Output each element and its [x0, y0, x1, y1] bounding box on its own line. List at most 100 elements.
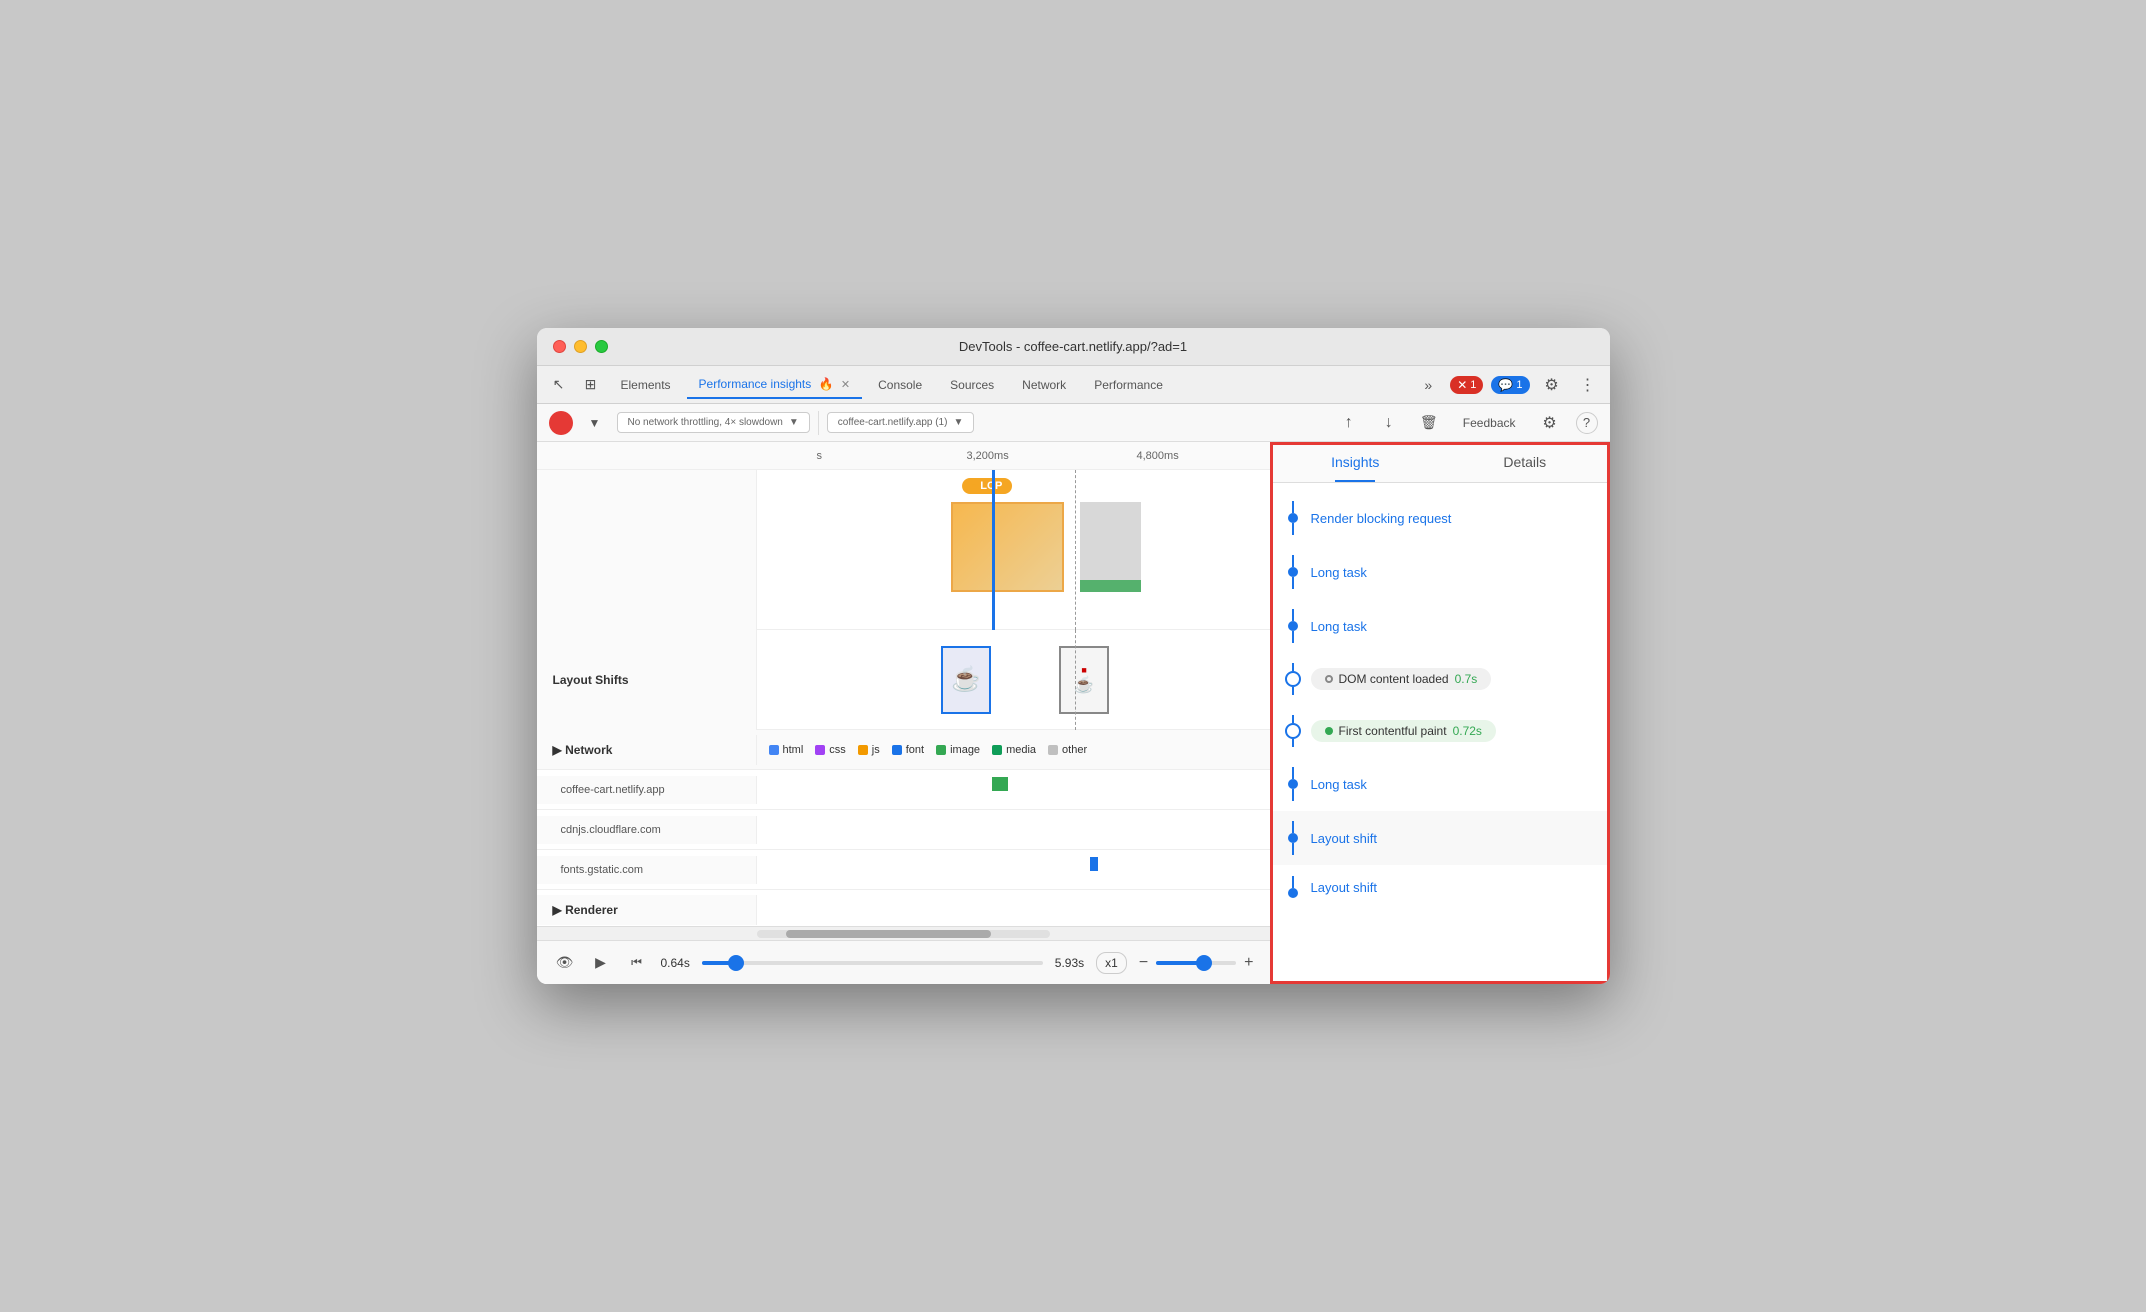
layout-shift-1-link[interactable]: Layout shift — [1311, 831, 1378, 846]
speed-display[interactable]: x1 — [1096, 952, 1127, 974]
cursor-icon[interactable]: ↖ — [545, 371, 573, 399]
layout-shift-thumb-1[interactable]: ☕ — [941, 646, 991, 714]
network-row-2-content — [757, 810, 1270, 850]
timeline-content[interactable]: LCP — [537, 470, 1270, 926]
insight-render-blocking[interactable]: Render blocking request — [1271, 491, 1610, 545]
titlebar: DevTools - coffee-cart.netlify.app/?ad=1 — [537, 328, 1610, 366]
bottom-scrollbar[interactable] — [537, 926, 1270, 940]
network-row-1-content — [757, 770, 1270, 810]
layers-icon[interactable]: ⊞ — [577, 371, 605, 399]
help-icon[interactable]: ? — [1576, 412, 1598, 434]
image-dot — [936, 745, 946, 755]
layout-shifts-row: Layout Shifts ☕ ■ ☕ — [537, 630, 1270, 730]
fcp-dot — [1325, 727, 1333, 735]
dashed-line — [1075, 470, 1076, 630]
insight-fcp[interactable]: First contentful paint 0.72s — [1271, 705, 1610, 757]
record-button[interactable] — [549, 411, 573, 435]
insight-dom-content-loaded[interactable]: DOM content loaded 0.7s — [1271, 653, 1610, 705]
legend-image: image — [936, 744, 980, 756]
network-row-3-content — [757, 850, 1270, 890]
tab-elements[interactable]: Elements — [609, 372, 683, 398]
other-label: other — [1062, 744, 1087, 756]
long-task-1-link[interactable]: Long task — [1311, 565, 1367, 580]
legend-font: font — [892, 744, 924, 756]
timeline-area: s 3,200ms 4,800ms LCP — [537, 442, 1270, 984]
message-badge: 💬 1 — [1491, 376, 1529, 394]
network-row-2-label: cdnjs.cloudflare.com — [537, 816, 757, 844]
upload-icon[interactable]: ↑ — [1335, 409, 1363, 437]
network-row-1: coffee-cart.netlify.app — [537, 770, 1270, 810]
delete-icon[interactable]: 🗑 — [1415, 409, 1443, 437]
toolbar: ▼ No network throttling, 4× slowdown ▼ c… — [537, 404, 1610, 442]
render-blocking-link[interactable]: Render blocking request — [1311, 511, 1452, 526]
playback-slider[interactable] — [702, 961, 1043, 965]
insight-long-task-3[interactable]: Long task — [1271, 757, 1610, 811]
css-dot — [815, 745, 825, 755]
insight-dot-3 — [1288, 621, 1298, 631]
tab-insights[interactable]: Insights — [1271, 442, 1441, 482]
download-icon[interactable]: ↓ — [1375, 409, 1403, 437]
insights-panel: Insights Details Render blocking request — [1270, 442, 1610, 984]
eye-button[interactable]: 👁 — [553, 951, 577, 975]
insight-layout-shift-2[interactable]: Layout shift — [1271, 865, 1610, 909]
time-marker-s: s — [817, 450, 823, 462]
renderer-label: ▶ Renderer — [537, 895, 757, 925]
network-bar-3 — [1090, 857, 1098, 871]
play-button[interactable]: ▶ — [589, 951, 613, 975]
more-options-icon[interactable]: ⋮ — [1574, 371, 1602, 399]
toolbar-divider — [818, 411, 819, 435]
skip-start-button[interactable]: ⏮ — [625, 951, 649, 975]
network-row-2: cdnjs.cloudflare.com — [537, 810, 1270, 850]
css-label: css — [829, 744, 846, 756]
layout-shift-2-link[interactable]: Layout shift — [1311, 880, 1378, 895]
scrollbar-thumb[interactable] — [786, 930, 991, 938]
long-task-2-link[interactable]: Long task — [1311, 619, 1367, 634]
tab-close-icon[interactable]: ✕ — [841, 379, 850, 391]
insight-long-task-1[interactable]: Long task — [1271, 545, 1610, 599]
scrollbar-track[interactable] — [757, 930, 1050, 938]
zoom-slider[interactable] — [1156, 961, 1236, 965]
tab-performance[interactable]: Performance — [1082, 372, 1175, 398]
lcp-content: LCP — [757, 470, 1270, 630]
insight-long-task-2[interactable]: Long task — [1271, 599, 1610, 653]
error-badge: ✕ 1 — [1450, 376, 1483, 394]
feedback-button[interactable]: Feedback — [1455, 412, 1524, 434]
time-marker-3200: 3,200ms — [967, 450, 1009, 462]
layout-shift-thumb-2[interactable]: ■ ☕ — [1059, 646, 1109, 714]
network-bar-1 — [992, 777, 1007, 791]
settings-icon[interactable]: ⚙ — [1538, 371, 1566, 399]
insights-list[interactable]: Render blocking request Long task — [1271, 483, 1610, 984]
circle-empty-2 — [1285, 723, 1301, 739]
network-header-row: ▶ Network html css — [537, 730, 1270, 770]
long-task-3-link[interactable]: Long task — [1311, 777, 1367, 792]
tab-console[interactable]: Console — [866, 372, 934, 398]
maximize-button[interactable] — [595, 340, 608, 353]
url-dropdown[interactable]: coffee-cart.netlify.app (1) ▼ — [827, 412, 975, 433]
media-dot — [992, 745, 1002, 755]
fcp-label: First contentful paint — [1339, 724, 1447, 738]
close-button[interactable] — [553, 340, 566, 353]
insight-dot-2 — [1288, 567, 1298, 577]
settings2-icon[interactable]: ⚙ — [1536, 409, 1564, 437]
zoom-out-icon[interactable]: − — [1139, 954, 1148, 972]
insight-dot-1 — [1288, 513, 1298, 523]
tab-network[interactable]: Network — [1010, 372, 1078, 398]
lcp-bar — [951, 502, 1064, 592]
dom-content-loaded-tag: DOM content loaded 0.7s — [1311, 668, 1492, 690]
more-tabs-icon[interactable]: » — [1414, 371, 1442, 399]
end-time: 5.93s — [1055, 956, 1084, 970]
insight-layout-shift-1[interactable]: Layout shift — [1271, 811, 1610, 865]
tab-details[interactable]: Details — [1440, 442, 1610, 482]
throttling-dropdown[interactable]: No network throttling, 4× slowdown ▼ — [617, 412, 810, 433]
zoom-handle[interactable] — [1196, 955, 1212, 971]
slider-handle[interactable] — [728, 955, 744, 971]
tab-performance-insights[interactable]: Performance insights 🔥 ✕ — [687, 371, 863, 399]
blue-vertical-line — [992, 470, 995, 630]
minimize-button[interactable] — [574, 340, 587, 353]
insights-tabs: Insights Details — [1271, 442, 1610, 483]
tab-sources[interactable]: Sources — [938, 372, 1006, 398]
record-dropdown-icon[interactable]: ▼ — [581, 409, 609, 437]
js-label: js — [872, 744, 880, 756]
traffic-lights — [553, 340, 608, 353]
zoom-in-icon[interactable]: + — [1244, 954, 1253, 972]
